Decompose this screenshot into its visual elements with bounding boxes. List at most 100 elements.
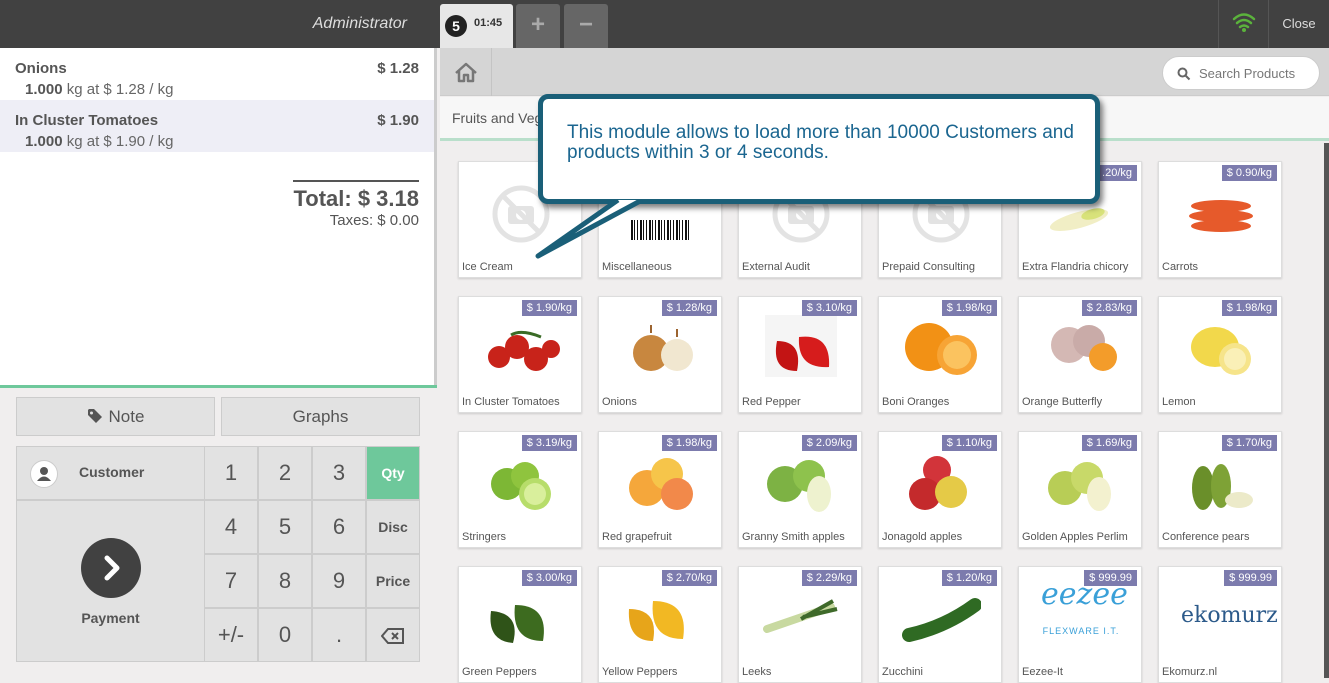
- search-placeholder: Search Products: [1199, 66, 1296, 81]
- product-name: Eezee-It: [1022, 666, 1063, 678]
- product-card[interactable]: $ 1.98/kg Boni Oranges: [878, 296, 1002, 413]
- red-pepper-image: [761, 311, 841, 381]
- numpad-key-6[interactable]: 6: [312, 500, 366, 554]
- product-card[interactable]: ekomurz $ 999.99 Ekomurz.nl: [1158, 566, 1282, 683]
- user-name[interactable]: Administrator: [0, 0, 421, 48]
- order-line-name: Onions: [15, 60, 67, 77]
- order-line-price: $ 1.90: [377, 112, 419, 129]
- product-toolbar: Search Products: [440, 48, 1329, 96]
- close-button[interactable]: Close: [1268, 0, 1329, 48]
- order-line-selected[interactable]: In Cluster Tomatoes $ 1.90 1.000 kg at $…: [0, 100, 434, 152]
- product-name: Granny Smith apples: [742, 531, 845, 543]
- numpad-key-3[interactable]: 3: [312, 446, 366, 500]
- numpad-key-sign[interactable]: +/-: [204, 608, 258, 662]
- product-card[interactable]: $ 1.90/kg In Cluster Tomatoes: [458, 296, 582, 413]
- numpad-key-8[interactable]: 8: [258, 554, 312, 608]
- product-price: $ 1.20/kg: [941, 570, 997, 586]
- green-peppers-image: [481, 581, 561, 651]
- order-pane: Onions $ 1.28 1.000 kg at $ 1.28 / kg In…: [0, 48, 437, 678]
- product-card[interactable]: $ 2.09/kg Granny Smith apples: [738, 431, 862, 548]
- product-card[interactable]: $ 0.90/kg Carrots: [1158, 161, 1282, 278]
- numpad-key-7[interactable]: 7: [204, 554, 258, 608]
- product-name: Red Pepper: [742, 396, 801, 408]
- chevron-right-icon: [81, 538, 141, 598]
- order-total: Total: $ 3.18: [293, 180, 419, 212]
- disc-mode-button[interactable]: Disc: [366, 500, 420, 554]
- product-card[interactable]: $ 1.28/kg Onions: [598, 296, 722, 413]
- lemon-image: [1181, 311, 1261, 381]
- order-taxes: Taxes: $ 0.00: [329, 212, 419, 229]
- product-card[interactable]: $ 1.98/kg Lemon: [1158, 296, 1282, 413]
- numpad-key-5[interactable]: 5: [258, 500, 312, 554]
- info-callout: This module allows to load more than 100…: [538, 94, 1100, 204]
- product-price: $ 1.98/kg: [1221, 300, 1277, 316]
- product-price: $ 1.10/kg: [941, 435, 997, 451]
- numpad-key-dot[interactable]: .: [312, 608, 366, 662]
- product-card[interactable]: $ 1.20/kg Zucchini: [878, 566, 1002, 683]
- product-price: .20/kg: [1097, 165, 1137, 181]
- note-label: Note: [108, 407, 145, 426]
- yellow-peppers-image: [621, 581, 701, 651]
- home-button[interactable]: [440, 48, 492, 96]
- top-bar: Administrator 5 01:45 + − Close: [0, 0, 1329, 48]
- order-tab[interactable]: 5 01:45: [440, 4, 513, 48]
- product-card[interactable]: $ 2.29/kg Leeks: [738, 566, 862, 683]
- order-line-unit: kg at $ 1.28 / kg: [62, 81, 174, 98]
- price-mode-button[interactable]: Price: [366, 554, 420, 608]
- product-name: Ekomurz.nl: [1162, 666, 1218, 678]
- product-card[interactable]: $ 1.10/kg Jonagold apples: [878, 431, 1002, 548]
- numpad-key-1[interactable]: 1: [204, 446, 258, 500]
- product-card[interactable]: $ 3.19/kg Stringers: [458, 431, 582, 548]
- order-line[interactable]: Onions $ 1.28 1.000 kg at $ 1.28 / kg: [0, 48, 434, 100]
- order-line-qty: 1.000: [25, 81, 63, 98]
- remove-order-button[interactable]: −: [564, 4, 608, 48]
- product-card[interactable]: $ 1.70/kg Conference pears: [1158, 431, 1282, 548]
- product-price: $ 999.99: [1224, 570, 1277, 586]
- product-price: $ 1.28/kg: [661, 300, 717, 316]
- product-name: Jonagold apples: [882, 531, 963, 543]
- search-input[interactable]: Search Products: [1162, 56, 1320, 90]
- numpad-key-0[interactable]: 0: [258, 608, 312, 662]
- product-card[interactable]: $ 3.00/kg Green Peppers: [458, 566, 582, 683]
- product-name: In Cluster Tomatoes: [462, 396, 560, 408]
- product-card[interactable]: $ 2.83/kg Orange Butterfly: [1018, 296, 1142, 413]
- numpad-key-9[interactable]: 9: [312, 554, 366, 608]
- product-card[interactable]: $ 3.10/kg Red Pepper: [738, 296, 862, 413]
- oranges-image: [901, 311, 981, 381]
- product-name: Prepaid Consulting: [882, 261, 975, 273]
- control-pad: Note Graphs Customer Payment 1 2 3 Qty 4…: [0, 385, 437, 678]
- note-button[interactable]: Note: [16, 397, 215, 436]
- backspace-button[interactable]: [366, 608, 420, 662]
- breadcrumb-category[interactable]: Fruits and Veg: [452, 110, 542, 126]
- numpad-key-2[interactable]: 2: [258, 446, 312, 500]
- carrots-image: [1181, 176, 1261, 246]
- product-price: $ 999.99: [1084, 570, 1137, 586]
- order-line-info: 1.000 kg at $ 1.28 / kg: [25, 81, 419, 98]
- graphs-button[interactable]: Graphs: [221, 397, 420, 436]
- home-icon: [455, 62, 477, 83]
- order-line-info: 1.000 kg at $ 1.90 / kg: [25, 133, 419, 150]
- customer-label: Customer: [79, 464, 145, 480]
- product-price: $ 2.09/kg: [801, 435, 857, 451]
- onions-image: [621, 311, 701, 381]
- add-order-button[interactable]: +: [516, 4, 560, 48]
- logo-text: ekomurz: [1181, 603, 1278, 628]
- zucchini-image: [901, 581, 982, 651]
- search-icon: [1177, 67, 1191, 81]
- product-name: External Audit: [742, 261, 810, 273]
- red-apples-image: [901, 446, 981, 516]
- product-card[interactable]: $ 2.70/kg Yellow Peppers: [598, 566, 722, 683]
- order-line-price: $ 1.28: [377, 60, 419, 77]
- qty-mode-button[interactable]: Qty: [366, 446, 420, 500]
- product-card[interactable]: $ 1.69/kg Golden Apples Perlim: [1018, 431, 1142, 548]
- product-name: Orange Butterfly: [1022, 396, 1103, 408]
- product-price: $ 1.90/kg: [521, 300, 577, 316]
- customer-button[interactable]: Customer: [16, 446, 205, 500]
- numpad-key-4[interactable]: 4: [204, 500, 258, 554]
- product-card[interactable]: $ 1.98/kg Red grapefruit: [598, 431, 722, 548]
- payment-button[interactable]: Payment: [16, 500, 205, 662]
- wifi-icon[interactable]: [1218, 0, 1268, 48]
- product-card[interactable]: eezee FLEXWARE I.T. $ 999.99 Eezee-It: [1018, 566, 1142, 683]
- product-name: Lemon: [1162, 396, 1196, 408]
- scrollbar[interactable]: [1324, 143, 1329, 678]
